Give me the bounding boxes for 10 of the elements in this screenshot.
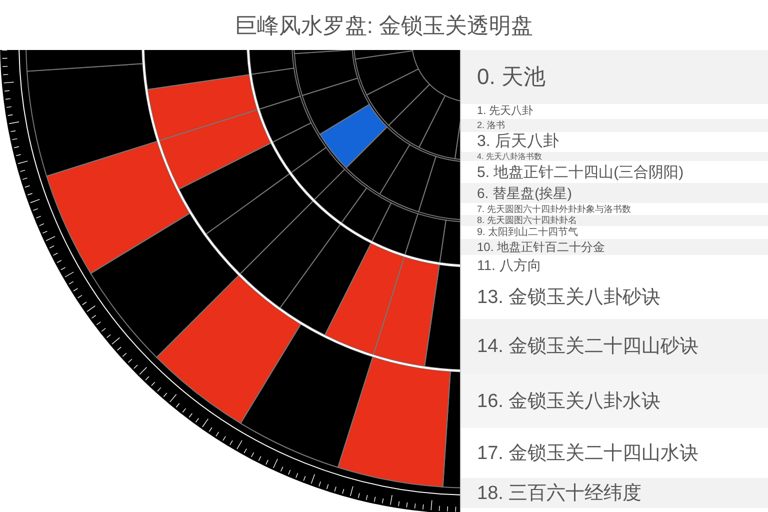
layer-list-item[interactable]: 6. 替星盘(挨星) (461, 183, 768, 203)
layer-list-item[interactable]: 4. 先天八卦洛书数 (461, 152, 768, 161)
layer-list-item[interactable]: 16. 金锁玉关八卦水诀 (461, 374, 768, 428)
layer-list-item[interactable]: 2. 洛书 (461, 119, 768, 132)
layer-list-item[interactable]: 8. 先天圆图六十四卦卦名 (461, 215, 768, 226)
layer-list-item[interactable]: 14. 金锁玉关二十四山砂诀 (461, 319, 768, 374)
window-title: 巨峰风水罗盘: 金锁玉关透明盘 (234, 12, 534, 40)
layer-list-item[interactable]: 10. 地盘正针百二十分金 (461, 239, 768, 255)
layer-list-item[interactable]: 0. 天池 (461, 50, 768, 104)
layer-list-item[interactable]: 18. 三百六十经纬度 (461, 478, 768, 508)
